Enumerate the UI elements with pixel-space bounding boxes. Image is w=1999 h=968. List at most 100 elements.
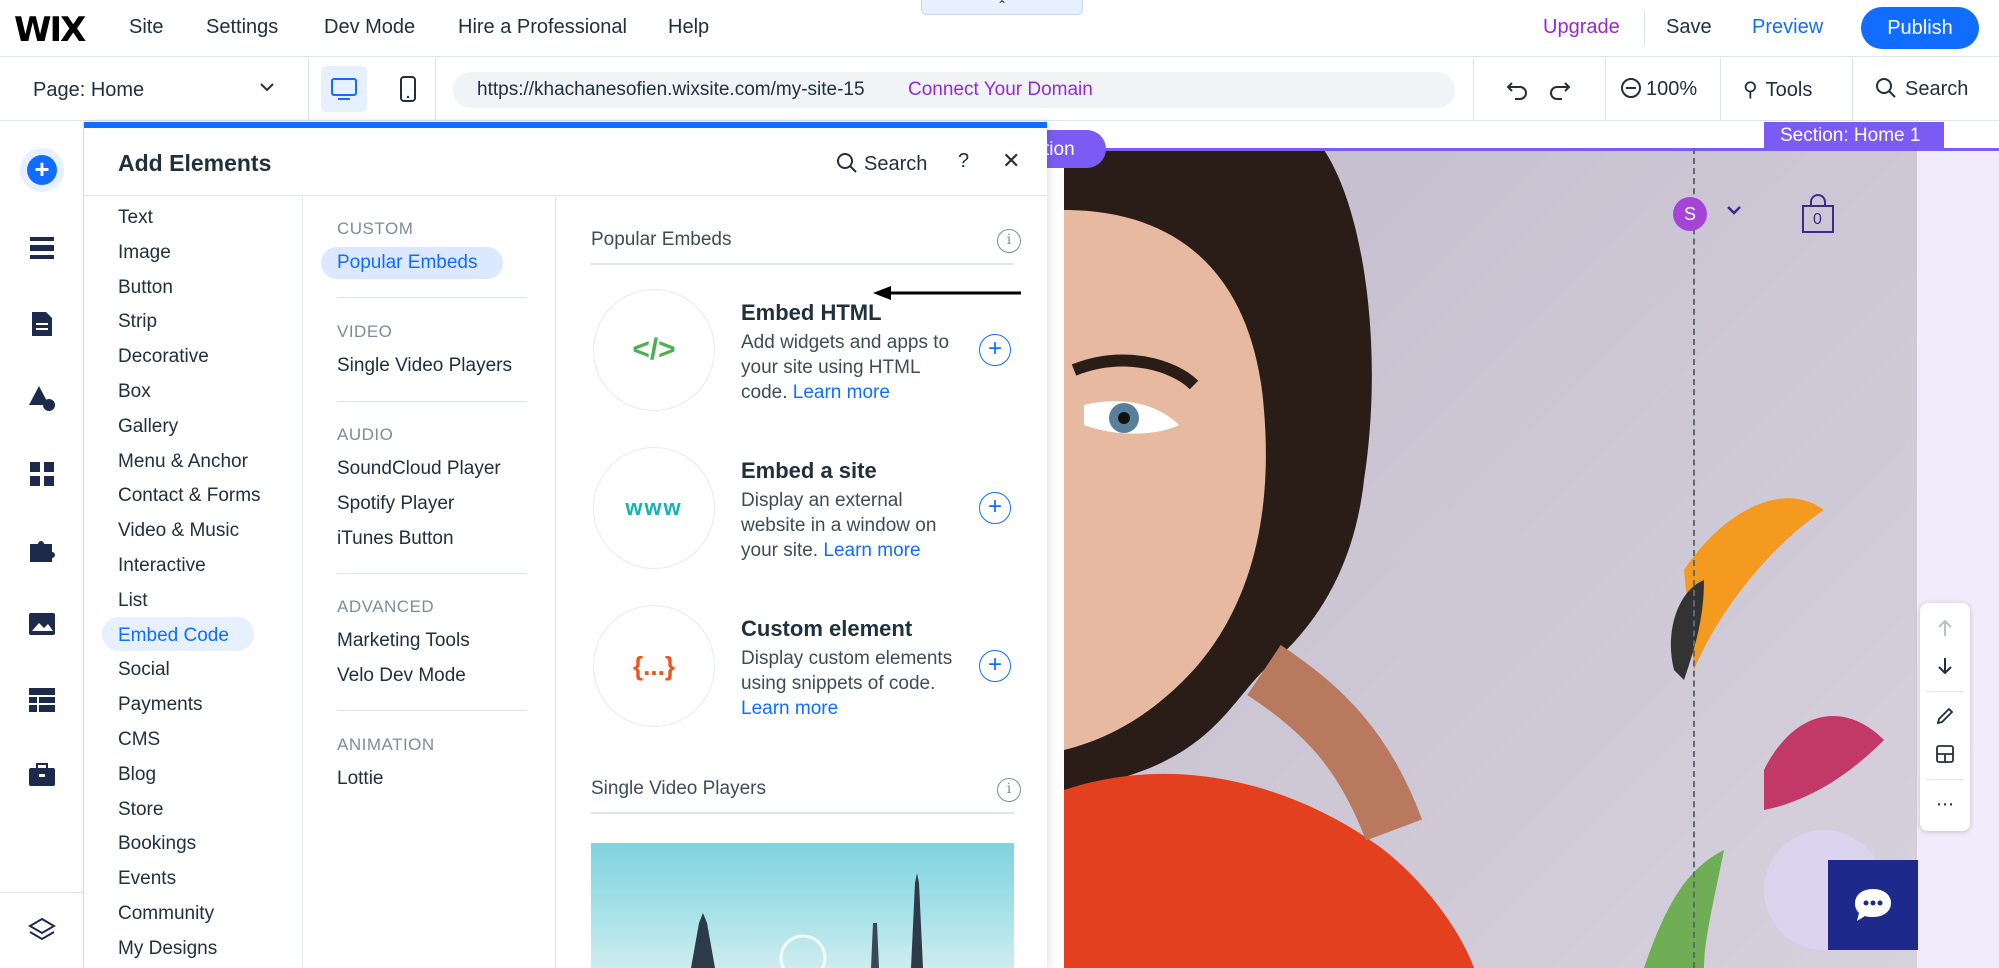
item-title-embed-html[interactable]: Embed HTML xyxy=(741,300,882,326)
braces-icon[interactable]: {...} xyxy=(593,605,715,727)
learn-more-link[interactable]: Learn more xyxy=(823,540,920,561)
sub-velo-dev-mode[interactable]: Velo Dev Mode xyxy=(337,665,466,687)
video-player-preview[interactable] xyxy=(591,843,1014,968)
publish-button[interactable]: Publish xyxy=(1861,7,1979,49)
site-design-button[interactable] xyxy=(20,302,64,346)
sub-marketing-tools[interactable]: Marketing Tools xyxy=(337,630,470,652)
business-tools-button[interactable] xyxy=(20,528,64,572)
more-icon[interactable]: ⋯ xyxy=(1920,785,1970,823)
preview-button[interactable]: Preview xyxy=(1752,16,1823,39)
category-cms[interactable]: CMS xyxy=(118,729,160,751)
layers-button[interactable] xyxy=(20,908,64,952)
connect-domain-link[interactable]: Connect Your Domain xyxy=(908,79,1093,101)
info-icon[interactable]: i xyxy=(997,229,1021,253)
category-community[interactable]: Community xyxy=(118,903,214,925)
learn-more-link[interactable]: Learn more xyxy=(741,698,838,719)
category-decorative[interactable]: Decorative xyxy=(118,346,209,368)
menu-hire-professional[interactable]: Hire a Professional xyxy=(458,16,627,39)
portfolio-button[interactable] xyxy=(20,752,64,796)
pencil-icon[interactable] xyxy=(1920,697,1970,735)
sub-spotify-player[interactable]: Spotify Player xyxy=(337,493,454,515)
close-icon[interactable]: ✕ xyxy=(1002,148,1020,174)
zoom-control[interactable]: 100% xyxy=(1620,77,1697,101)
site-url[interactable]: https://khachanesofien.wixsite.com/my-si… xyxy=(477,79,865,101)
chevron-down-icon[interactable] xyxy=(1724,200,1744,220)
add-custom-element-button[interactable]: + xyxy=(979,650,1011,682)
move-down-icon[interactable] xyxy=(1920,647,1970,685)
category-bookings[interactable]: Bookings xyxy=(118,833,196,855)
search-icon xyxy=(1876,78,1896,98)
chevron-down-icon[interactable] xyxy=(258,78,276,96)
sub-soundcloud-player[interactable]: SoundCloud Player xyxy=(337,458,501,480)
chat-button[interactable] xyxy=(1828,860,1918,950)
add-embed-html-button[interactable]: + xyxy=(979,334,1011,366)
mobile-view-button[interactable] xyxy=(385,66,431,112)
search-label: Search xyxy=(1905,78,1969,100)
menu-help[interactable]: Help xyxy=(668,16,709,39)
avatar[interactable]: S xyxy=(1673,197,1707,231)
arrow-left-icon xyxy=(873,286,1021,300)
wix-logo[interactable]: WIX xyxy=(14,10,86,50)
tools-button[interactable]: ⚲ Tools xyxy=(1743,77,1812,102)
category-events[interactable]: Events xyxy=(118,868,176,890)
page-selector[interactable]: Page: Home xyxy=(33,79,144,102)
section-outline xyxy=(1064,148,1999,968)
cart-icon[interactable]: 0 xyxy=(1801,194,1835,234)
category-menu-anchor[interactable]: Menu & Anchor xyxy=(118,451,248,473)
learn-more-link[interactable]: Learn more xyxy=(793,382,890,403)
add-apps-button[interactable] xyxy=(20,452,64,496)
category-image[interactable]: Image xyxy=(118,242,171,264)
category-strip[interactable]: Strip xyxy=(118,311,157,333)
category-interactive[interactable]: Interactive xyxy=(118,555,206,577)
editor-search-button[interactable]: Search xyxy=(1875,77,1968,101)
category-button[interactable]: Button xyxy=(118,277,173,299)
theme-button[interactable] xyxy=(20,376,64,420)
cms-button[interactable] xyxy=(20,678,64,722)
desktop-view-button[interactable] xyxy=(321,66,367,112)
divider xyxy=(0,892,84,893)
media-button[interactable] xyxy=(20,602,64,646)
category-list[interactable]: List xyxy=(118,590,148,612)
upgrade-link[interactable]: Upgrade xyxy=(1543,16,1620,39)
menus-pages-button[interactable] xyxy=(20,226,64,270)
sub-lottie[interactable]: Lottie xyxy=(337,768,383,790)
category-gallery[interactable]: Gallery xyxy=(118,416,178,438)
category-box[interactable]: Box xyxy=(118,381,151,403)
menu-site[interactable]: Site xyxy=(129,16,163,39)
panel-search-button[interactable]: Search xyxy=(836,152,927,176)
category-text[interactable]: Text xyxy=(118,207,153,229)
category-payments[interactable]: Payments xyxy=(118,694,202,716)
layout-icon[interactable] xyxy=(1920,735,1970,773)
category-embed-code[interactable]: Embed Code xyxy=(118,625,229,647)
sub-itunes-button[interactable]: iTunes Button xyxy=(337,528,454,550)
code-icon[interactable]: </> xyxy=(593,289,715,411)
left-rail: + xyxy=(0,122,84,968)
category-blog[interactable]: Blog xyxy=(118,764,156,786)
add-embed-site-button[interactable]: + xyxy=(979,492,1011,524)
save-button[interactable]: Save xyxy=(1666,16,1712,39)
site-url-bar[interactable]: https://khachanesofien.wixsite.com/my-si… xyxy=(453,72,1455,108)
category-contact-forms[interactable]: Contact & Forms xyxy=(118,485,261,507)
menu-dev-mode[interactable]: Dev Mode xyxy=(324,16,415,39)
divider xyxy=(591,263,1014,265)
section-label[interactable]: Section: Home 1 xyxy=(1764,122,1944,150)
menu-settings[interactable]: Settings xyxy=(206,16,278,39)
sub-popular-embeds[interactable]: Popular Embeds xyxy=(337,252,477,274)
sub-single-video-players[interactable]: Single Video Players xyxy=(337,355,512,377)
move-up-icon[interactable] xyxy=(1920,609,1970,647)
redo-icon[interactable] xyxy=(1546,74,1574,102)
item-title-embed-site[interactable]: Embed a site xyxy=(741,458,877,484)
add-elements-button[interactable]: + xyxy=(20,148,64,192)
item-title-custom-element[interactable]: Custom element xyxy=(741,616,912,642)
help-icon[interactable]: ? xyxy=(958,150,969,173)
puzzle-icon xyxy=(30,541,55,562)
category-video-music[interactable]: Video & Music xyxy=(118,520,239,542)
category-social[interactable]: Social xyxy=(118,659,170,681)
category-store[interactable]: Store xyxy=(118,799,163,821)
info-icon[interactable]: i xyxy=(997,778,1021,802)
collapse-topbar-tab[interactable]: ⌃ xyxy=(921,0,1083,15)
globe-www-icon[interactable]: www xyxy=(593,447,715,569)
category-my-designs[interactable]: My Designs xyxy=(118,938,217,960)
undo-icon[interactable] xyxy=(1503,74,1531,102)
group-label-video: VIDEO xyxy=(337,322,393,341)
